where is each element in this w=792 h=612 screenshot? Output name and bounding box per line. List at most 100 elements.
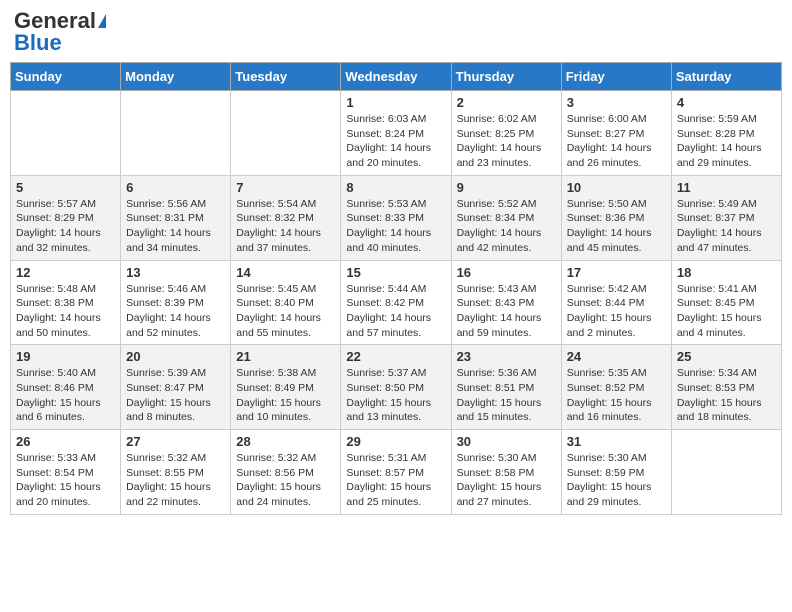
calendar-week-1: 1Sunrise: 6:03 AMSunset: 8:24 PMDaylight… xyxy=(11,91,782,176)
day-number: 4 xyxy=(677,95,776,110)
logo-blue-text: Blue xyxy=(14,32,62,54)
day-number: 20 xyxy=(126,349,225,364)
calendar-cell xyxy=(121,91,231,176)
calendar-cell: 22 Sunrise: 5:37 AMSunset: 8:50 PMDayligh… xyxy=(341,345,451,430)
day-number: 22 xyxy=(346,349,445,364)
calendar-cell: 20 Sunrise: 5:39 AMSunset: 8:47 PMDayligh… xyxy=(121,345,231,430)
day-info: Sunrise: 5:37 AMSunset: 8:50 PMDaylight:… xyxy=(346,366,445,425)
day-info: Sunrise: 5:59 AMSunset: 8:28 PMDaylight:… xyxy=(677,112,776,171)
day-number: 13 xyxy=(126,265,225,280)
calendar-cell: 19Sunrise: 5:40 AMSunset: 8:46 PMDayligh… xyxy=(11,345,121,430)
day-info: Sunrise: 6:02 AMSunset: 8:25 PMDaylight:… xyxy=(457,112,556,171)
calendar-cell: 24Sunrise: 5:35 AMSunset: 8:52 PMDayligh… xyxy=(561,345,671,430)
day-info: Sunrise: 5:36 AMSunset: 8:51 PMDaylight:… xyxy=(457,366,556,425)
weekday-header-wednesday: Wednesday xyxy=(341,63,451,91)
page-header: General Blue xyxy=(10,10,782,54)
day-number: 16 xyxy=(457,265,556,280)
calendar-cell: 28 Sunrise: 5:32 AMSunset: 8:56 PMDayligh… xyxy=(231,430,341,515)
calendar-cell: 27Sunrise: 5:32 AMSunset: 8:55 PMDayligh… xyxy=(121,430,231,515)
day-number: 18 xyxy=(677,265,776,280)
day-info: Sunrise: 5:49 AMSunset: 8:37 PMDaylight:… xyxy=(677,197,776,256)
weekday-header-monday: Monday xyxy=(121,63,231,91)
day-info: Sunrise: 5:45 AMSunset: 8:40 PMDaylight:… xyxy=(236,282,335,341)
day-info: Sunrise: 5:54 AMSunset: 8:32 PMDaylight:… xyxy=(236,197,335,256)
logo-general-text: General xyxy=(14,10,96,32)
logo: General Blue xyxy=(14,10,106,54)
day-info: Sunrise: 5:34 AMSunset: 8:53 PMDaylight:… xyxy=(677,366,776,425)
calendar-week-3: 12 Sunrise: 5:48 AMSunset: 8:38 PMDayligh… xyxy=(11,260,782,345)
day-info: Sunrise: 5:40 AMSunset: 8:46 PMDaylight:… xyxy=(16,366,115,425)
day-number: 25 xyxy=(677,349,776,364)
calendar-cell: 29 Sunrise: 5:31 AMSunset: 8:57 PMDayligh… xyxy=(341,430,451,515)
calendar-cell: 13 Sunrise: 5:46 AMSunset: 8:39 PMDayligh… xyxy=(121,260,231,345)
calendar-week-4: 19Sunrise: 5:40 AMSunset: 8:46 PMDayligh… xyxy=(11,345,782,430)
day-info: Sunrise: 5:32 AMSunset: 8:56 PMDaylight:… xyxy=(236,451,335,510)
day-info: Sunrise: 5:44 AMSunset: 8:42 PMDaylight:… xyxy=(346,282,445,341)
day-info: Sunrise: 5:30 AMSunset: 8:59 PMDaylight:… xyxy=(567,451,666,510)
day-number: 30 xyxy=(457,434,556,449)
calendar-cell: 12 Sunrise: 5:48 AMSunset: 8:38 PMDayligh… xyxy=(11,260,121,345)
day-number: 29 xyxy=(346,434,445,449)
calendar-cell: 7Sunrise: 5:54 AMSunset: 8:32 PMDaylight… xyxy=(231,175,341,260)
day-number: 31 xyxy=(567,434,666,449)
weekday-header-friday: Friday xyxy=(561,63,671,91)
calendar-cell: 21 Sunrise: 5:38 AMSunset: 8:49 PMDayligh… xyxy=(231,345,341,430)
day-number: 10 xyxy=(567,180,666,195)
day-number: 26 xyxy=(16,434,115,449)
calendar-cell: 16 Sunrise: 5:43 AMSunset: 8:43 PMDayligh… xyxy=(451,260,561,345)
calendar-cell xyxy=(11,91,121,176)
calendar-cell xyxy=(671,430,781,515)
calendar-cell: 2 Sunrise: 6:02 AMSunset: 8:25 PMDaylight… xyxy=(451,91,561,176)
day-number: 2 xyxy=(457,95,556,110)
calendar-cell: 8Sunrise: 5:53 AMSunset: 8:33 PMDaylight… xyxy=(341,175,451,260)
calendar-cell: 15Sunrise: 5:44 AMSunset: 8:42 PMDayligh… xyxy=(341,260,451,345)
calendar-week-2: 5 Sunrise: 5:57 AMSunset: 8:29 PMDaylight… xyxy=(11,175,782,260)
weekday-header-thursday: Thursday xyxy=(451,63,561,91)
day-info: Sunrise: 5:39 AMSunset: 8:47 PMDaylight:… xyxy=(126,366,225,425)
day-info: Sunrise: 6:00 AMSunset: 8:27 PMDaylight:… xyxy=(567,112,666,171)
calendar-cell: 5 Sunrise: 5:57 AMSunset: 8:29 PMDaylight… xyxy=(11,175,121,260)
weekday-header-row: SundayMondayTuesdayWednesdayThursdayFrid… xyxy=(11,63,782,91)
day-info: Sunrise: 5:33 AMSunset: 8:54 PMDaylight:… xyxy=(16,451,115,510)
day-number: 11 xyxy=(677,180,776,195)
calendar-week-5: 26 Sunrise: 5:33 AMSunset: 8:54 PMDayligh… xyxy=(11,430,782,515)
day-info: Sunrise: 5:53 AMSunset: 8:33 PMDaylight:… xyxy=(346,197,445,256)
day-info: Sunrise: 5:48 AMSunset: 8:38 PMDaylight:… xyxy=(16,282,115,341)
calendar-cell: 4 Sunrise: 5:59 AMSunset: 8:28 PMDaylight… xyxy=(671,91,781,176)
calendar-cell: 1Sunrise: 6:03 AMSunset: 8:24 PMDaylight… xyxy=(341,91,451,176)
day-number: 9 xyxy=(457,180,556,195)
day-info: Sunrise: 5:56 AMSunset: 8:31 PMDaylight:… xyxy=(126,197,225,256)
calendar-cell: 26 Sunrise: 5:33 AMSunset: 8:54 PMDayligh… xyxy=(11,430,121,515)
calendar-cell xyxy=(231,91,341,176)
calendar-table: SundayMondayTuesdayWednesdayThursdayFrid… xyxy=(10,62,782,515)
day-number: 21 xyxy=(236,349,335,364)
day-info: Sunrise: 5:50 AMSunset: 8:36 PMDaylight:… xyxy=(567,197,666,256)
calendar-cell: 25 Sunrise: 5:34 AMSunset: 8:53 PMDayligh… xyxy=(671,345,781,430)
calendar-cell: 14Sunrise: 5:45 AMSunset: 8:40 PMDayligh… xyxy=(231,260,341,345)
weekday-header-tuesday: Tuesday xyxy=(231,63,341,91)
day-number: 1 xyxy=(346,95,445,110)
day-info: Sunrise: 5:43 AMSunset: 8:43 PMDaylight:… xyxy=(457,282,556,341)
day-number: 24 xyxy=(567,349,666,364)
weekday-header-saturday: Saturday xyxy=(671,63,781,91)
day-info: Sunrise: 5:57 AMSunset: 8:29 PMDaylight:… xyxy=(16,197,115,256)
day-number: 5 xyxy=(16,180,115,195)
calendar-cell: 6Sunrise: 5:56 AMSunset: 8:31 PMDaylight… xyxy=(121,175,231,260)
day-number: 28 xyxy=(236,434,335,449)
day-number: 27 xyxy=(126,434,225,449)
day-info: Sunrise: 5:30 AMSunset: 8:58 PMDaylight:… xyxy=(457,451,556,510)
day-number: 12 xyxy=(16,265,115,280)
weekday-header-sunday: Sunday xyxy=(11,63,121,91)
day-number: 23 xyxy=(457,349,556,364)
calendar-cell: 10 Sunrise: 5:50 AMSunset: 8:36 PMDayligh… xyxy=(561,175,671,260)
calendar-cell: 31 Sunrise: 5:30 AMSunset: 8:59 PMDayligh… xyxy=(561,430,671,515)
calendar-cell: 9 Sunrise: 5:52 AMSunset: 8:34 PMDaylight… xyxy=(451,175,561,260)
day-info: Sunrise: 5:31 AMSunset: 8:57 PMDaylight:… xyxy=(346,451,445,510)
day-info: Sunrise: 5:41 AMSunset: 8:45 PMDaylight:… xyxy=(677,282,776,341)
day-info: Sunrise: 5:46 AMSunset: 8:39 PMDaylight:… xyxy=(126,282,225,341)
day-info: Sunrise: 5:38 AMSunset: 8:49 PMDaylight:… xyxy=(236,366,335,425)
day-info: Sunrise: 5:42 AMSunset: 8:44 PMDaylight:… xyxy=(567,282,666,341)
day-number: 17 xyxy=(567,265,666,280)
day-info: Sunrise: 5:52 AMSunset: 8:34 PMDaylight:… xyxy=(457,197,556,256)
logo-icon xyxy=(98,14,106,28)
